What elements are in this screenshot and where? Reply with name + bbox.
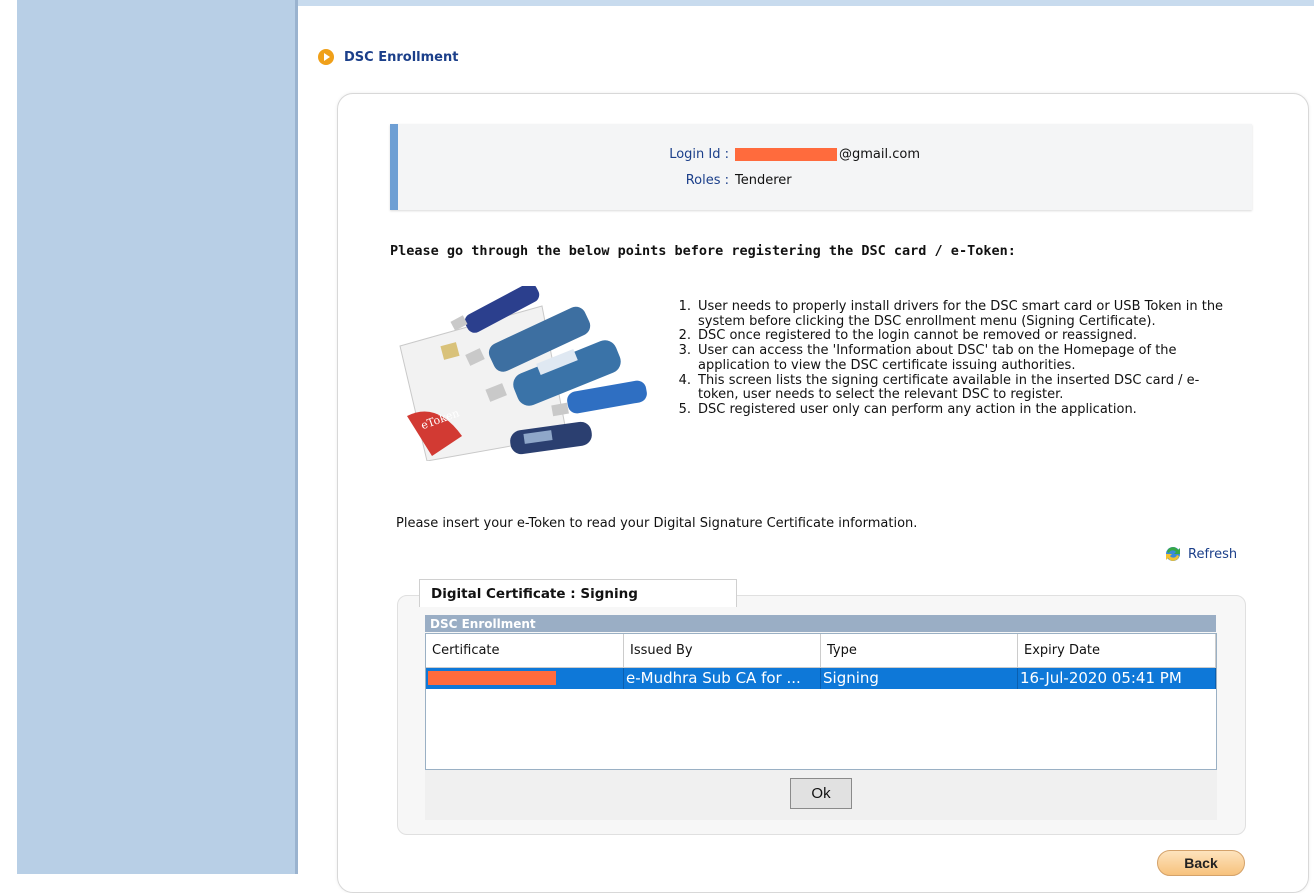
list-item: 4. This screen lists the signing certific… [678,372,1200,403]
insert-token-message: Please insert your e-Token to read your … [396,516,918,531]
cell-expiry-date[interactable]: 16-Jul-2020 05:41 PM [1018,668,1216,689]
redacted-block [735,148,837,161]
etoken-image: eToken [399,286,647,461]
column-header-type[interactable]: Type [821,634,1018,668]
back-button[interactable]: Back [1157,850,1245,876]
arrow-circle-icon [318,49,334,65]
login-id-label: Login Id : [669,147,729,162]
roles-row: Roles : Tenderer [639,173,792,188]
top-strip [298,0,1314,6]
sidebar-separator [295,0,298,874]
cell-issued-by[interactable]: e-Mudhra Sub CA for ... [624,668,821,689]
column-header-certificate[interactable]: Certificate [426,634,624,668]
list-item: 3. User can access the 'Information about… [678,343,1177,373]
instructions-heading: Please go through the below points befor… [390,243,1016,259]
tab-digital-certificate[interactable]: Digital Certificate : Signing [419,579,737,607]
left-sidebar [17,0,295,874]
list-item: 2. DSC once registered to the login canno… [678,328,1138,344]
column-header-expiry-date[interactable]: Expiry Date [1018,634,1216,668]
instruction-points: 1. User needs to properly install drivers… [676,299,1236,418]
refresh-label[interactable]: Refresh [1188,547,1237,562]
table-header: Certificate Issued By Type Expiry Date [426,634,1216,668]
login-id-value: @gmail.com [729,147,920,162]
refresh-link[interactable]: Refresh [1163,545,1237,563]
list-item: 5. DSC registered user only can perform a… [678,401,1137,417]
certificate-table: Certificate Issued By Type Expiry Date e… [425,633,1217,770]
login-id-row: Login Id : @gmail.com [639,147,920,162]
roles-value: Tenderer [735,173,792,188]
ok-button[interactable]: Ok [790,778,852,809]
page-header: DSC Enrollment [318,49,458,65]
page-title: DSC Enrollment [344,49,459,65]
dsc-enrollment-bar: DSC Enrollment [425,615,1216,632]
column-header-issued-by[interactable]: Issued By [624,634,821,668]
list-item: 1. User needs to properly install drivers… [678,299,1224,329]
cell-type[interactable]: Signing [821,668,1018,689]
redacted-block [428,671,556,685]
cell-certificate[interactable] [426,668,624,689]
roles-label: Roles : [685,173,729,188]
refresh-icon [1166,547,1180,561]
table-row[interactable]: e-Mudhra Sub CA for ... Signing 16-Jul-2… [426,668,1216,689]
login-info-box [390,124,1252,210]
